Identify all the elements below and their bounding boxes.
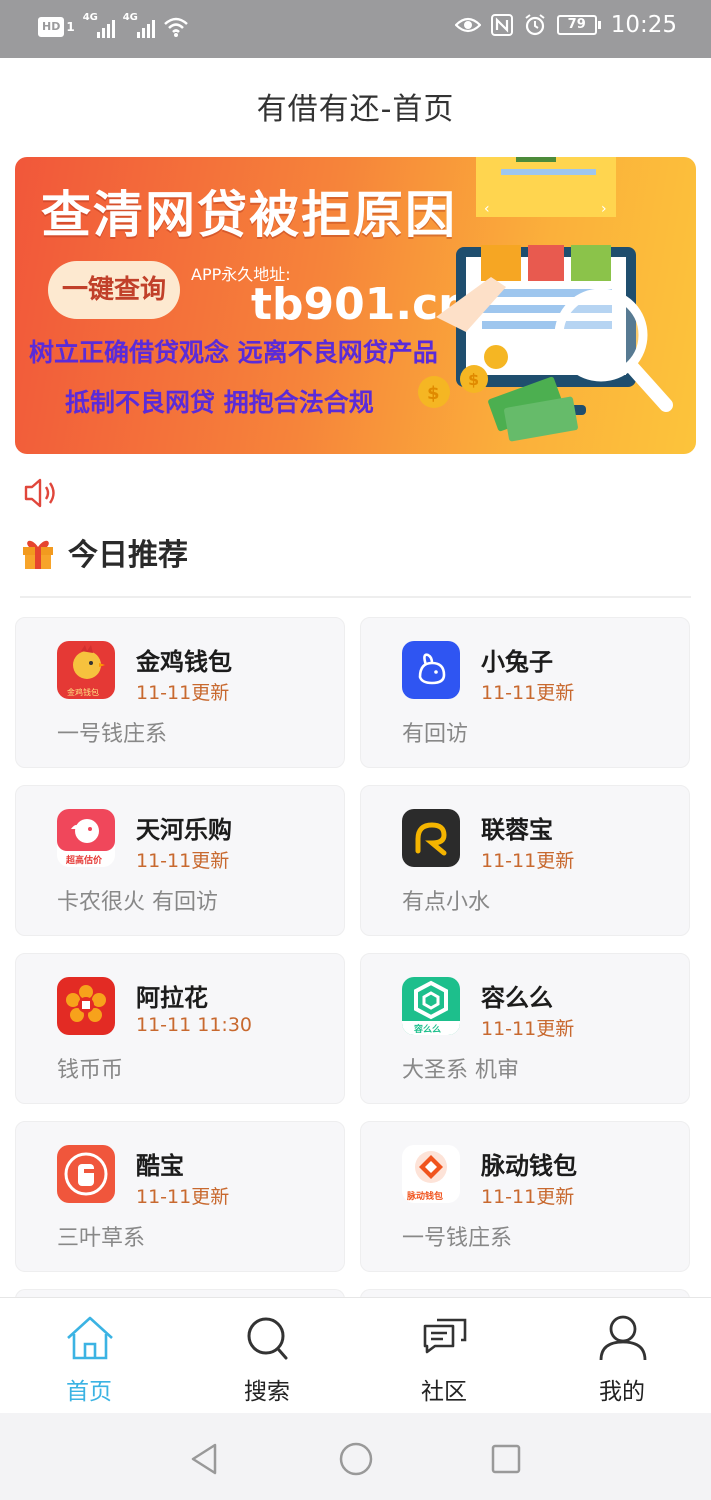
svg-text:‹: ‹ — [484, 201, 490, 217]
alarm-icon — [525, 14, 545, 36]
back-icon[interactable] — [185, 1439, 225, 1479]
nfc-icon — [490, 14, 513, 36]
hd-badge: HD — [38, 17, 65, 37]
svg-text:›: › — [601, 201, 607, 217]
tab-mine[interactable]: 我的 — [552, 1298, 692, 1414]
svg-text:超高估价: 超高估价 — [65, 854, 103, 866]
bottom-tab-bar: 首页 搜索 社区 我的 — [0, 1297, 711, 1413]
section-title: 今日推荐 — [68, 538, 188, 573]
tab-community[interactable]: 社区 — [374, 1298, 514, 1414]
app-card[interactable]: 脉动钱包 脉动钱包 11-11更新 一号钱庄系 — [360, 1121, 690, 1272]
app-card[interactable]: 酷宝 11-11更新 三叶草系 — [15, 1121, 345, 1272]
app-card[interactable]: 容么么 容么么 11-11更新 大圣系 机审 — [360, 953, 690, 1104]
divider — [20, 596, 691, 598]
tab-search-label: 搜索 — [244, 1379, 290, 1405]
app-description: 大圣系 机审 — [402, 1058, 519, 1083]
tab-mine-label: 我的 — [599, 1379, 645, 1405]
hexagon-logo-icon: 容么么 — [402, 977, 460, 1035]
tab-search[interactable]: 搜索 — [197, 1298, 337, 1414]
banner-slogan-1: 树立正确借贷观念 远离不良网贷产品 — [29, 338, 438, 367]
app-description: 一号钱庄系 — [402, 1226, 513, 1251]
app-name: 脉动钱包 — [481, 1152, 577, 1180]
app-update-date: 11-11 11:30 — [136, 1014, 253, 1036]
section-today-recommend: 今日推荐 — [20, 530, 188, 574]
recents-icon[interactable] — [486, 1439, 526, 1479]
app-description: 一号钱庄系 — [57, 722, 168, 747]
app-name: 天河乐购 — [136, 816, 232, 844]
app-name: 酷宝 — [136, 1152, 184, 1180]
tab-home[interactable]: 首页 — [19, 1298, 159, 1414]
chat-icon — [423, 1318, 467, 1354]
app-header: 有借有还-首页 — [0, 58, 711, 154]
app-card[interactable]: 金鸡钱包 金鸡钱包 11-11更新 一号钱庄系 — [15, 617, 345, 768]
app-update-date: 11-11更新 — [136, 1186, 230, 1208]
rabbit-icon — [402, 641, 460, 699]
app-update-date: 11-11更新 — [136, 850, 230, 872]
app-card[interactable]: 联蓉宝 11-11更新 有点小水 — [360, 785, 690, 936]
app-update-date: 11-11更新 — [481, 850, 575, 872]
app-name: 小兔子 — [481, 648, 553, 676]
svg-text:金鸡钱包: 金鸡钱包 — [67, 687, 99, 697]
svg-text:容么么: 容么么 — [413, 1023, 441, 1035]
pulse-diamond-icon: 脉动钱包 — [402, 1145, 460, 1203]
r-logo-icon — [402, 809, 460, 867]
app-description: 有回访 — [402, 722, 469, 747]
app-update-date: 11-11更新 — [481, 1186, 575, 1208]
page-title: 有借有还-首页 — [256, 92, 455, 127]
signal-icon-2: 4G — [123, 12, 155, 38]
speaker-icon[interactable] — [22, 475, 62, 511]
svg-text:脉动钱包: 脉动钱包 — [406, 1190, 443, 1202]
status-bar: HD 1 4G 4G 79 10:25 — [0, 0, 711, 58]
banner-headline: 查清网贷被拒原因 — [41, 186, 457, 244]
svg-text:$: $ — [427, 383, 440, 404]
app-name: 联蓉宝 — [481, 816, 553, 844]
clock: 10:25 — [610, 12, 677, 38]
app-card[interactable]: 小兔子 11-11更新 有回访 — [360, 617, 690, 768]
banner-slogan-2: 抵制不良网贷 拥抱合法合规 — [65, 388, 374, 417]
app-description: 三叶草系 — [57, 1226, 146, 1251]
signal-icon: 4G — [83, 12, 115, 38]
search-icon — [247, 1317, 288, 1360]
promo-banner[interactable]: 查清网贷被拒原因 一键查询 APP永久地址: tb901.cn 树立正确借贷观念… — [15, 157, 696, 454]
eye-icon — [454, 17, 481, 33]
app-name: 金鸡钱包 — [136, 648, 232, 676]
golden-rooster-icon: 金鸡钱包 — [57, 641, 115, 699]
computer-magnifier-money-illustration: ‹ › $ $ — [418, 157, 673, 442]
tab-home-label: 首页 — [66, 1379, 112, 1405]
gift-icon — [23, 540, 53, 569]
home-icon — [67, 1316, 113, 1360]
wifi-icon — [163, 17, 188, 37]
flower-icon — [57, 977, 115, 1035]
app-name: 容么么 — [481, 984, 553, 1012]
network-type-2: 4G — [122, 12, 138, 23]
app-card[interactable]: 阿拉花 11-11 11:30 钱币币 — [15, 953, 345, 1104]
system-nav-bar — [0, 1413, 711, 1500]
status-left: HD 1 4G 4G — [38, 12, 189, 38]
app-description: 钱币币 — [57, 1058, 124, 1083]
network-type-1: 4G — [82, 12, 98, 23]
tab-community-label: 社区 — [421, 1379, 467, 1405]
app-card[interactable]: 超高估价 天河乐购 11-11更新 卡农很火 有回访 — [15, 785, 345, 936]
user-icon — [599, 1315, 647, 1361]
banner-query-button[interactable]: 一键查询 — [48, 261, 180, 319]
svg-text:$: $ — [468, 370, 479, 389]
app-description: 有点小水 — [402, 890, 491, 915]
sim-number: 1 — [66, 20, 75, 34]
lock-tag-icon — [57, 1145, 115, 1203]
bird-icon: 超高估价 — [57, 809, 115, 867]
battery-icon: 79 — [556, 15, 601, 35]
status-right: 79 10:25 — [454, 12, 677, 38]
app-description: 卡农很火 有回访 — [57, 890, 218, 915]
battery-level: 79 — [556, 15, 597, 35]
app-update-date: 11-11更新 — [481, 682, 575, 704]
home-circle-icon[interactable] — [336, 1439, 376, 1479]
app-update-date: 11-11更新 — [481, 1018, 575, 1040]
app-name: 阿拉花 — [136, 984, 208, 1012]
app-update-date: 11-11更新 — [136, 682, 230, 704]
